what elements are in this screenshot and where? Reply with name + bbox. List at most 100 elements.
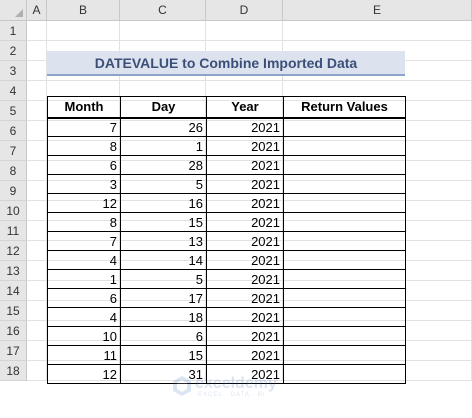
year-cell[interactable]: 2021 xyxy=(206,212,284,232)
table-row: 11 15 2021 xyxy=(47,345,406,365)
month-cell[interactable]: 4 xyxy=(47,250,121,270)
column-header-c[interactable]: C xyxy=(120,0,206,21)
spreadsheet-sheet: ABCDE 1 2 3 4 5 6 7 8 9 10 11 12 13 14 15 16 17 18 DATEVA… xyxy=(0,0,472,418)
column-header-d[interactable]: D xyxy=(206,0,283,21)
year-cell[interactable]: 2021 xyxy=(206,269,284,289)
row-header-15[interactable]: 15 xyxy=(0,301,27,321)
year-cell[interactable]: 2021 xyxy=(206,307,284,327)
return-value-cell[interactable] xyxy=(283,174,406,194)
return-value-cell[interactable] xyxy=(283,326,406,346)
table-row: 10 6 2021 xyxy=(47,326,406,346)
return-value-cell[interactable] xyxy=(283,117,406,137)
return-value-cell[interactable] xyxy=(283,212,406,232)
month-cell[interactable]: 4 xyxy=(47,307,121,327)
return-value-cell[interactable] xyxy=(283,231,406,251)
return-value-cell[interactable] xyxy=(283,307,406,327)
day-cell[interactable]: 26 xyxy=(120,117,207,137)
row-header-7[interactable]: 7 xyxy=(0,141,27,161)
month-cell[interactable]: 6 xyxy=(47,288,121,308)
table-row: 7 26 2021 xyxy=(47,117,406,137)
row-header-9[interactable]: 9 xyxy=(0,181,27,201)
row-header-12[interactable]: 12 xyxy=(0,241,27,261)
row-header-8[interactable]: 8 xyxy=(0,161,27,181)
month-cell[interactable]: 8 xyxy=(47,136,121,156)
year-cell[interactable]: 2021 xyxy=(206,193,284,213)
return-value-cell[interactable] xyxy=(283,250,406,270)
row-header-18[interactable]: 18 xyxy=(0,361,27,381)
day-cell[interactable]: 1 xyxy=(120,136,207,156)
table-row: 3 5 2021 xyxy=(47,174,406,194)
year-cell[interactable]: 2021 xyxy=(206,345,284,365)
return-value-cell[interactable] xyxy=(283,155,406,175)
return-value-cell[interactable] xyxy=(283,269,406,289)
day-cell[interactable]: 28 xyxy=(120,155,207,175)
return-value-cell[interactable] xyxy=(283,193,406,213)
row-header-10[interactable]: 10 xyxy=(0,201,27,221)
return-value-cell[interactable] xyxy=(283,288,406,308)
table-row: 4 18 2021 xyxy=(47,307,406,327)
day-cell[interactable]: 18 xyxy=(120,307,207,327)
day-cell[interactable]: 16 xyxy=(120,193,207,213)
day-cell[interactable]: 5 xyxy=(120,269,207,289)
row-header-14[interactable]: 14 xyxy=(0,281,27,301)
row-header-3[interactable]: 3 xyxy=(0,61,27,81)
header-return-values[interactable]: Return Values xyxy=(283,96,406,119)
day-cell[interactable]: 6 xyxy=(120,326,207,346)
row-header-17[interactable]: 17 xyxy=(0,341,27,361)
month-cell[interactable]: 1 xyxy=(47,269,121,289)
return-value-cell[interactable] xyxy=(283,364,406,384)
return-value-cell[interactable] xyxy=(283,345,406,365)
row-header-16[interactable]: 16 xyxy=(0,321,27,341)
watermark-tagline: EXCEL · DATA · BI xyxy=(198,392,266,398)
month-cell[interactable]: 6 xyxy=(47,155,121,175)
month-cell[interactable]: 7 xyxy=(47,117,121,137)
year-cell[interactable]: 2021 xyxy=(206,136,284,156)
day-cell[interactable]: 14 xyxy=(120,250,207,270)
day-cell[interactable]: 5 xyxy=(120,174,207,194)
year-cell[interactable]: 2021 xyxy=(206,326,284,346)
month-cell[interactable]: 10 xyxy=(47,326,121,346)
year-cell[interactable]: 2021 xyxy=(206,364,284,384)
table-header-row: Month Day Year Return Values xyxy=(47,96,406,119)
year-cell[interactable]: 2021 xyxy=(206,250,284,270)
column-header-a[interactable]: A xyxy=(27,0,47,21)
table-row: 8 15 2021 xyxy=(47,212,406,232)
table-row: 12 16 2021 xyxy=(47,193,406,213)
data-table: Month Day Year Return Values 7 26 2021 8 1 20… xyxy=(47,96,406,384)
day-cell[interactable]: 17 xyxy=(120,288,207,308)
row-header-5[interactable]: 5 xyxy=(0,101,27,121)
day-cell[interactable]: 13 xyxy=(120,231,207,251)
row-header-13[interactable]: 13 xyxy=(0,261,27,281)
table-row: 6 28 2021 xyxy=(47,155,406,175)
select-all-corner[interactable] xyxy=(0,0,27,21)
header-year[interactable]: Year xyxy=(206,96,284,119)
month-cell[interactable]: 12 xyxy=(47,193,121,213)
day-cell[interactable]: 31 xyxy=(120,364,207,384)
grid-line xyxy=(27,40,472,41)
row-header-1[interactable]: 1 xyxy=(0,21,27,41)
year-cell[interactable]: 2021 xyxy=(206,288,284,308)
day-cell[interactable]: 15 xyxy=(120,212,207,232)
row-header-6[interactable]: 6 xyxy=(0,121,27,141)
month-cell[interactable]: 3 xyxy=(47,174,121,194)
header-day[interactable]: Day xyxy=(120,96,207,119)
day-cell[interactable]: 15 xyxy=(120,345,207,365)
year-cell[interactable]: 2021 xyxy=(206,174,284,194)
table-row: 8 1 2021 xyxy=(47,136,406,156)
column-header-b[interactable]: B xyxy=(47,0,120,21)
row-header-11[interactable]: 11 xyxy=(0,221,27,241)
row-header-2[interactable]: 2 xyxy=(0,41,27,61)
month-cell[interactable]: 7 xyxy=(47,231,121,251)
year-cell[interactable]: 2021 xyxy=(206,231,284,251)
column-header-e[interactable]: E xyxy=(283,0,472,21)
year-cell[interactable]: 2021 xyxy=(206,117,284,137)
month-cell[interactable]: 8 xyxy=(47,212,121,232)
return-value-cell[interactable] xyxy=(283,136,406,156)
table-row: 7 13 2021 xyxy=(47,231,406,251)
header-month[interactable]: Month xyxy=(47,96,121,119)
month-cell[interactable]: 11 xyxy=(47,345,121,365)
month-cell[interactable]: 12 xyxy=(47,364,121,384)
year-cell[interactable]: 2021 xyxy=(206,155,284,175)
sheet-title-cell[interactable]: DATEVALUE to Combine Imported Data xyxy=(47,51,405,76)
row-header-4[interactable]: 4 xyxy=(0,81,27,101)
